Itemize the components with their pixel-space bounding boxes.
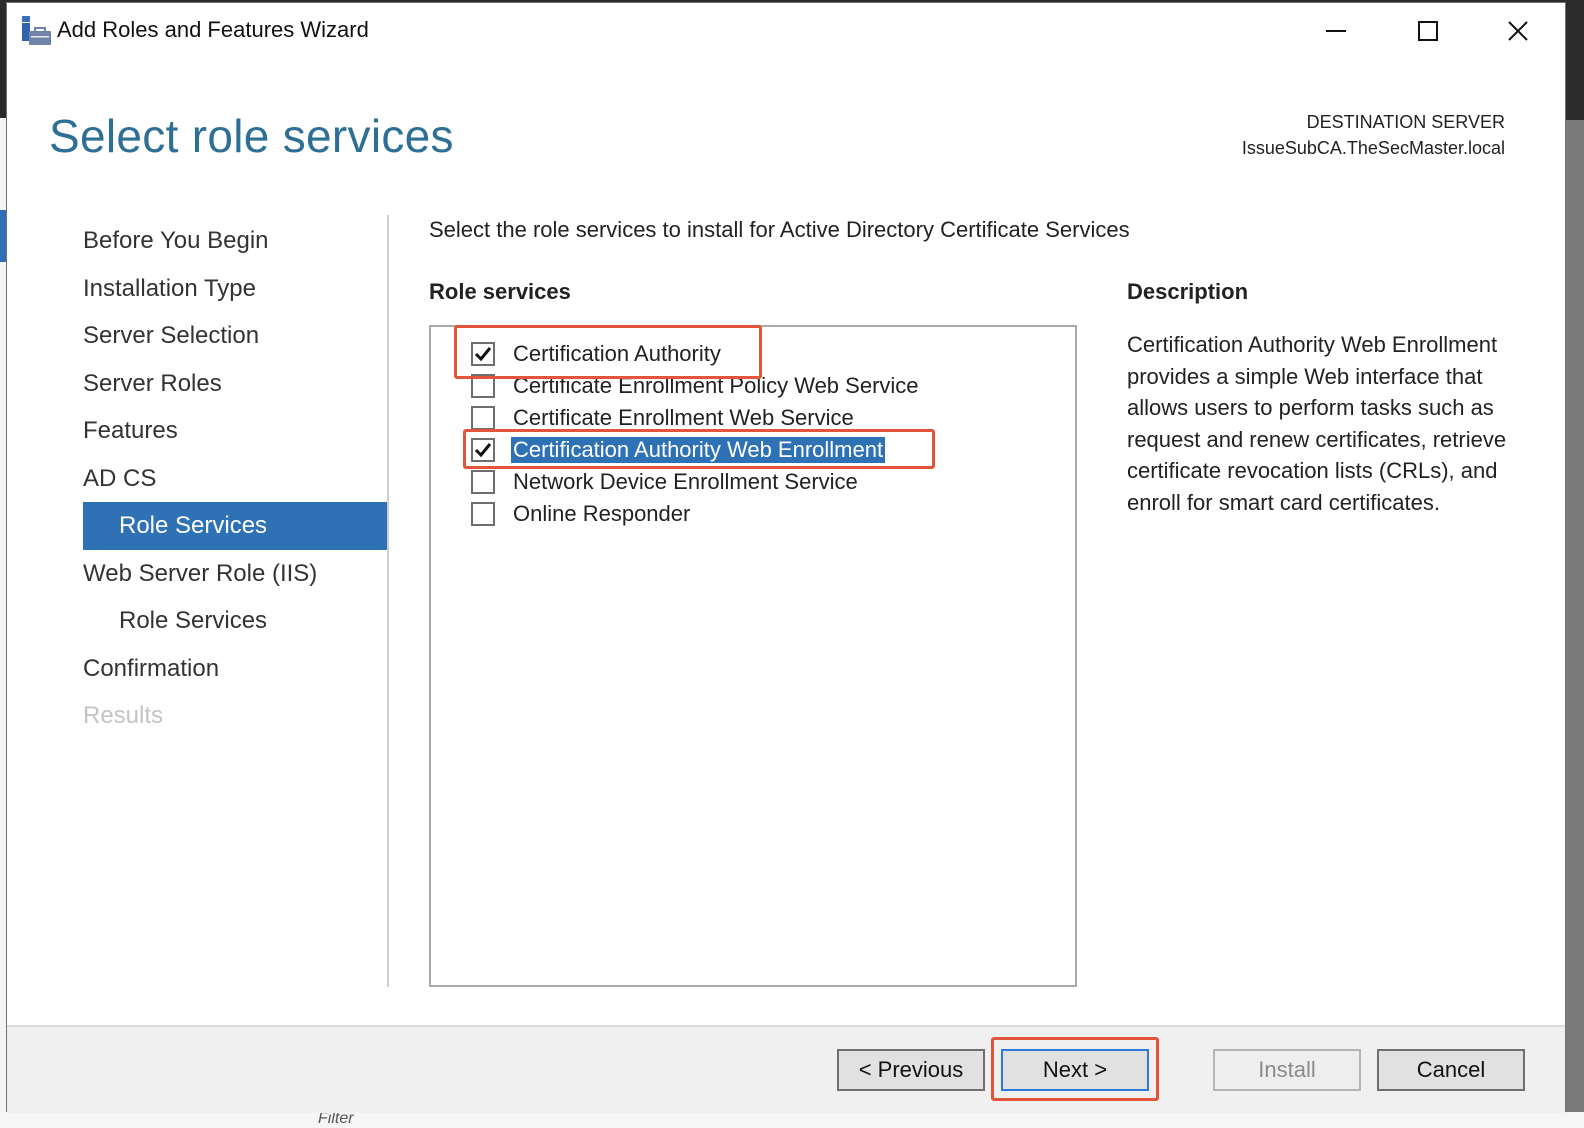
wizard-steps-nav: Before You Begin Installation Type Server …	[83, 217, 387, 740]
nav-step-role-services[interactable]: Role Services	[83, 502, 387, 550]
destination-server-label: DESTINATION SERVER	[1306, 112, 1505, 132]
checkmark-icon	[474, 347, 492, 362]
role-service-item[interactable]: Network Device Enrollment Service	[471, 467, 860, 497]
install-button: Install	[1213, 1049, 1361, 1091]
checkmark-icon	[474, 443, 492, 458]
title-bar[interactable]: Add Roles and Features Wizard	[7, 3, 1565, 59]
maximize-icon	[1418, 21, 1438, 41]
description-text: Certification Authority Web Enrollment p…	[1127, 332, 1507, 515]
close-icon	[1508, 21, 1528, 41]
wizard-window: Add Roles and Features Wizard Select rol…	[6, 2, 1566, 1113]
background-app-edge-right	[1566, 120, 1584, 1128]
checkbox-unchecked[interactable]	[471, 406, 495, 430]
nav-step-ad-cs[interactable]: AD CS	[83, 455, 387, 503]
role-service-item[interactable]: Certification Authority	[471, 339, 723, 369]
role-service-label: Network Device Enrollment Service	[513, 469, 858, 494]
role-service-label: Certificate Enrollment Policy Web Servic…	[513, 373, 919, 398]
role-service-label: Certification Authority Web Enrollment	[511, 437, 886, 463]
nav-step-confirmation[interactable]: Confirmation	[83, 645, 387, 693]
role-services-heading: Role services	[429, 279, 571, 304]
instruction-text: Select the role services to install for …	[429, 217, 1130, 242]
nav-step-results: Results	[83, 702, 164, 729]
page-title: Select role services	[49, 110, 454, 162]
destination-server-info: DESTINATION SERVER IssueSubCA.TheSecMast…	[1242, 109, 1505, 161]
maximize-button[interactable]	[1405, 11, 1451, 51]
checkbox-unchecked[interactable]	[471, 470, 495, 494]
nav-step-web-server-role-iis[interactable]: Web Server Role (IIS)	[83, 550, 387, 598]
minimize-icon	[1326, 30, 1346, 32]
checkbox-unchecked[interactable]	[471, 502, 495, 526]
nav-step-server-selection[interactable]: Server Selection	[83, 312, 387, 360]
next-button[interactable]: Next >	[1001, 1049, 1149, 1091]
nav-step-features[interactable]: Features	[83, 407, 387, 455]
description-heading: Description	[1127, 279, 1249, 304]
nav-divider	[387, 215, 389, 987]
wizard-footer: < Previous Next > Install Cancel	[7, 1025, 1565, 1113]
background-app-toolbar: Filter	[0, 1110, 1584, 1128]
server-manager-icon	[21, 15, 53, 47]
minimize-button[interactable]	[1313, 11, 1359, 51]
role-service-item[interactable]: Certificate Enrollment Policy Web Servic…	[471, 371, 921, 401]
nav-step-before-you-begin[interactable]: Before You Begin	[83, 217, 387, 265]
role-services-list[interactable]: Certification Authority Certificate Enrol…	[429, 325, 1077, 987]
role-service-label: Certificate Enrollment Web Service	[513, 405, 854, 430]
checkbox-checked[interactable]	[471, 342, 495, 366]
nav-step-server-roles[interactable]: Server Roles	[83, 360, 387, 408]
destination-server-name: IssueSubCA.TheSecMaster.local	[1241, 138, 1505, 158]
role-service-item[interactable]: Certificate Enrollment Web Service	[471, 403, 856, 433]
role-service-label: Online Responder	[513, 501, 691, 526]
nav-step-role-services[interactable]: Role Services	[83, 597, 387, 645]
close-button[interactable]	[1495, 11, 1541, 51]
cancel-button[interactable]: Cancel	[1377, 1049, 1525, 1091]
checkbox-checked[interactable]	[471, 438, 495, 462]
nav-step-installation-type[interactable]: Installation Type	[83, 265, 387, 313]
window-title: Add Roles and Features Wizard	[57, 17, 369, 42]
checkbox-unchecked[interactable]	[471, 374, 495, 398]
role-service-item[interactable]: Certification Authority Web Enrollment	[471, 435, 886, 465]
role-service-label: Certification Authority	[513, 341, 721, 366]
role-service-item[interactable]: Online Responder	[471, 499, 692, 529]
previous-button[interactable]: < Previous	[837, 1049, 985, 1091]
